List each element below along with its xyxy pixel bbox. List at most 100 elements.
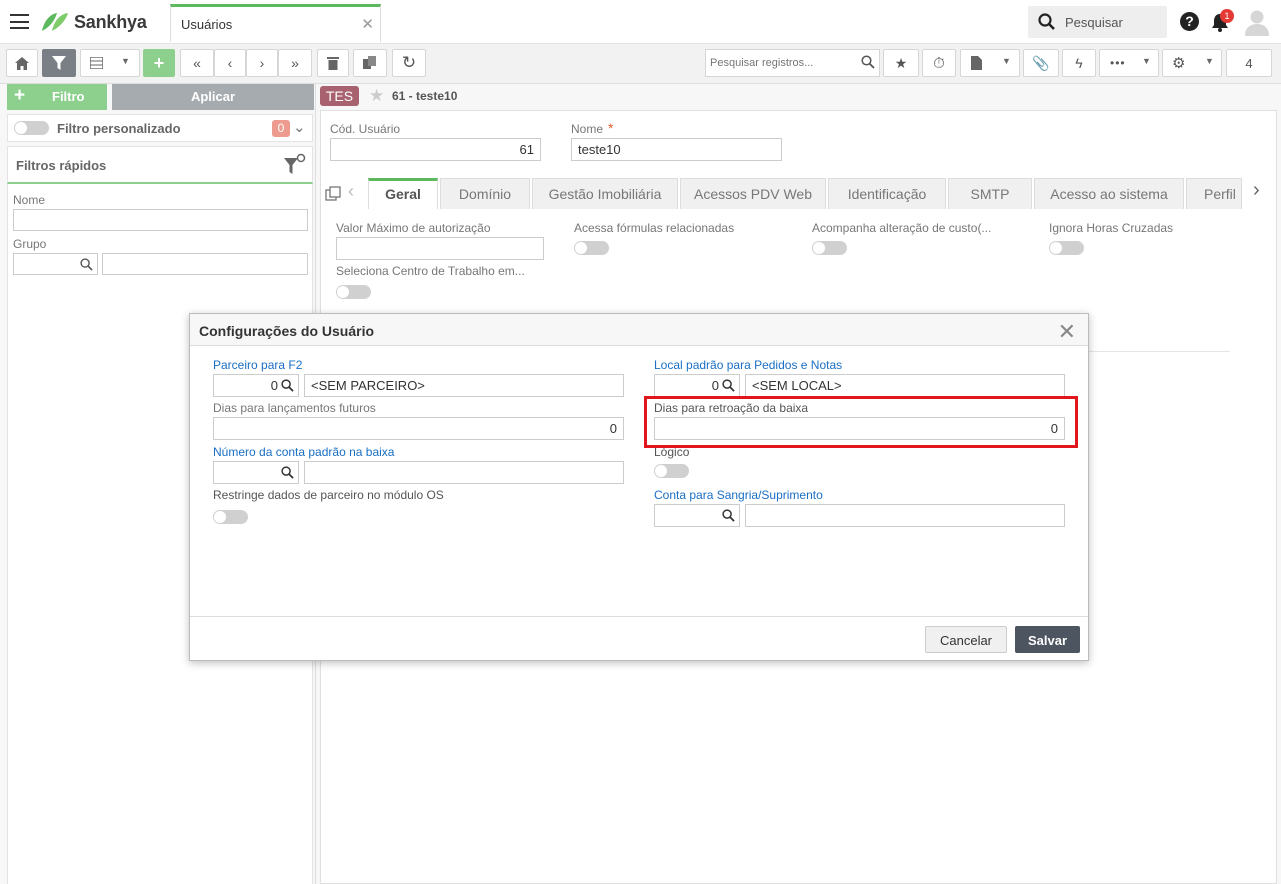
dialog-title: Configurações do Usuário bbox=[199, 323, 375, 339]
related-formulas-toggle[interactable] bbox=[574, 241, 609, 255]
top-bar: Sankhya Usuários ✕ Pesquisar ? 1 bbox=[0, 0, 1281, 44]
account-desc-input[interactable] bbox=[304, 461, 624, 484]
first-record-button[interactable]: « bbox=[180, 49, 214, 77]
tab-smtp[interactable]: SMTP bbox=[948, 178, 1032, 209]
group-code-input[interactable] bbox=[13, 253, 98, 275]
help-icon[interactable]: ? bbox=[1180, 12, 1199, 31]
tab-usuarios-label: Usuários bbox=[181, 17, 233, 32]
settings-button[interactable]: ⚙ ▼ bbox=[1162, 49, 1222, 77]
filter-settings-icon[interactable] bbox=[282, 153, 306, 177]
work-center-toggle[interactable] bbox=[336, 285, 371, 299]
delete-button[interactable] bbox=[317, 49, 349, 77]
tabs-scroll-left-icon[interactable]: ‹ bbox=[348, 181, 354, 202]
search-icon[interactable] bbox=[80, 258, 93, 271]
required-mark: * bbox=[608, 120, 614, 136]
restrict-partner-toggle[interactable] bbox=[213, 510, 248, 524]
name-input[interactable]: teste10 bbox=[571, 138, 782, 161]
page-counter[interactable]: 4 bbox=[1226, 49, 1272, 77]
chevron-left-icon: ‹ bbox=[227, 55, 233, 71]
sangria-desc-input[interactable] bbox=[745, 504, 1065, 527]
sankhya-logo[interactable]: Sankhya bbox=[40, 10, 147, 34]
tab-identificacao[interactable]: Identificação bbox=[828, 178, 946, 209]
default-location-label[interactable]: Local padrão para Pedidos e Notas bbox=[654, 358, 842, 372]
future-days-input[interactable]: 0 bbox=[213, 417, 624, 440]
dialog-body: Parceiro para F2 0 <SEM PARCEIRO> Dias p… bbox=[190, 345, 1088, 617]
refresh-button[interactable]: ↻ bbox=[392, 49, 426, 77]
last-record-button[interactable]: » bbox=[278, 49, 312, 77]
tab-perfil[interactable]: Perfil bbox=[1186, 178, 1242, 209]
tabs-scroll-right-icon[interactable]: › bbox=[1253, 179, 1260, 202]
global-search[interactable]: Pesquisar bbox=[1028, 6, 1167, 38]
cost-change-toggle[interactable] bbox=[812, 241, 847, 255]
group-name-input[interactable] bbox=[102, 253, 308, 275]
records-search-input[interactable] bbox=[706, 50, 854, 76]
favorite-button[interactable]: ★ bbox=[883, 49, 919, 77]
tab-geral[interactable]: Geral bbox=[368, 178, 438, 209]
account-label[interactable]: Número da conta padrão na baixa bbox=[213, 445, 394, 459]
previous-record-button[interactable]: ‹ bbox=[214, 49, 246, 77]
grid-view-icon bbox=[90, 57, 103, 69]
sangria-label[interactable]: Conta para Sangria/Suprimento bbox=[654, 488, 823, 502]
cancel-button[interactable]: Cancelar bbox=[925, 626, 1007, 653]
brand-name: Sankhya bbox=[74, 11, 147, 32]
duplicate-button[interactable] bbox=[353, 49, 387, 77]
tab-usuarios[interactable]: Usuários ✕ bbox=[170, 4, 381, 42]
default-location-desc-input[interactable]: <SEM LOCAL> bbox=[745, 374, 1065, 397]
add-filter-button[interactable]: + Filtro bbox=[7, 84, 107, 110]
attach-button[interactable]: 📎 bbox=[1023, 49, 1059, 77]
name-filter-input[interactable] bbox=[13, 209, 308, 231]
file-export-icon bbox=[971, 56, 982, 70]
filter-toggle-button[interactable] bbox=[42, 49, 76, 77]
name-label: Nome bbox=[571, 122, 604, 136]
highlight-annotation bbox=[644, 396, 1078, 448]
refresh-icon: ↻ bbox=[401, 53, 417, 72]
tab-dominio[interactable]: Domínio bbox=[440, 178, 530, 209]
partner-f2-desc-input[interactable]: <SEM PARCEIRO> bbox=[304, 374, 624, 397]
chevron-down-icon: ▼ bbox=[1002, 56, 1011, 66]
copy-tabs-icon[interactable] bbox=[325, 186, 341, 202]
export-button[interactable]: ▼ bbox=[960, 49, 1020, 77]
chevron-down-icon[interactable]: ⌄ bbox=[293, 118, 306, 136]
logico-toggle[interactable] bbox=[654, 464, 689, 478]
search-icon[interactable] bbox=[722, 379, 735, 392]
more-options-button[interactable]: ••• ▼ bbox=[1099, 49, 1159, 77]
records-search[interactable] bbox=[705, 49, 880, 77]
home-button[interactable] bbox=[6, 49, 38, 77]
close-icon[interactable]: ✕ bbox=[1058, 319, 1076, 345]
tab-acesso-ao-sistema[interactable]: Acesso ao sistema bbox=[1034, 178, 1184, 209]
star-icon: ★ bbox=[894, 54, 908, 71]
search-icon[interactable] bbox=[722, 509, 735, 522]
plus-icon: + bbox=[14, 85, 26, 106]
search-icon[interactable] bbox=[861, 55, 875, 69]
custom-filter-label: Filtro personalizado bbox=[57, 121, 181, 136]
search-icon[interactable] bbox=[281, 466, 294, 479]
apply-filter-button[interactable]: Aplicar bbox=[112, 84, 314, 110]
add-button[interactable]: + bbox=[143, 49, 175, 77]
add-filter-label: Filtro bbox=[52, 89, 85, 104]
actions-button[interactable]: ϟ bbox=[1062, 49, 1096, 77]
view-mode-button[interactable]: ▼ bbox=[80, 49, 140, 77]
star-icon[interactable]: ★ bbox=[369, 86, 384, 106]
next-record-button[interactable]: › bbox=[246, 49, 278, 77]
partner-f2-label[interactable]: Parceiro para F2 bbox=[213, 358, 302, 372]
stopwatch-icon: ⏱ bbox=[933, 54, 945, 72]
section-divider bbox=[1088, 351, 1230, 352]
related-formulas-label: Acessa fórmulas relacionadas bbox=[574, 221, 735, 235]
tab-acessos-pdv-web[interactable]: Acessos PDV Web bbox=[680, 178, 826, 209]
ignore-hours-toggle[interactable] bbox=[1049, 241, 1084, 255]
user-code-input[interactable]: 61 bbox=[330, 138, 541, 161]
custom-filter-toggle[interactable] bbox=[14, 121, 49, 135]
tab-gestao-imobiliaria[interactable]: Gestão Imobiliária bbox=[532, 178, 678, 209]
timer-button[interactable]: ⏱ bbox=[922, 49, 956, 77]
user-code-label: Cód. Usuário bbox=[330, 122, 401, 136]
avatar[interactable] bbox=[1243, 8, 1271, 36]
toolbar: ▼ + « ‹ › » ↻ ★ ⏱ ▼ 📎 ϟ ••• ▼ ⚙ ▼ 4 bbox=[0, 44, 1281, 84]
close-icon[interactable]: ✕ bbox=[361, 15, 374, 33]
record-badge: TES bbox=[320, 86, 359, 106]
search-icon[interactable] bbox=[281, 379, 294, 392]
menu-icon[interactable] bbox=[10, 14, 29, 29]
max-auth-input[interactable] bbox=[336, 237, 544, 260]
chevron-down-icon: ▼ bbox=[1142, 56, 1151, 66]
quick-filters-header: Filtros rápidos bbox=[7, 146, 313, 184]
save-button[interactable]: Salvar bbox=[1015, 626, 1080, 653]
